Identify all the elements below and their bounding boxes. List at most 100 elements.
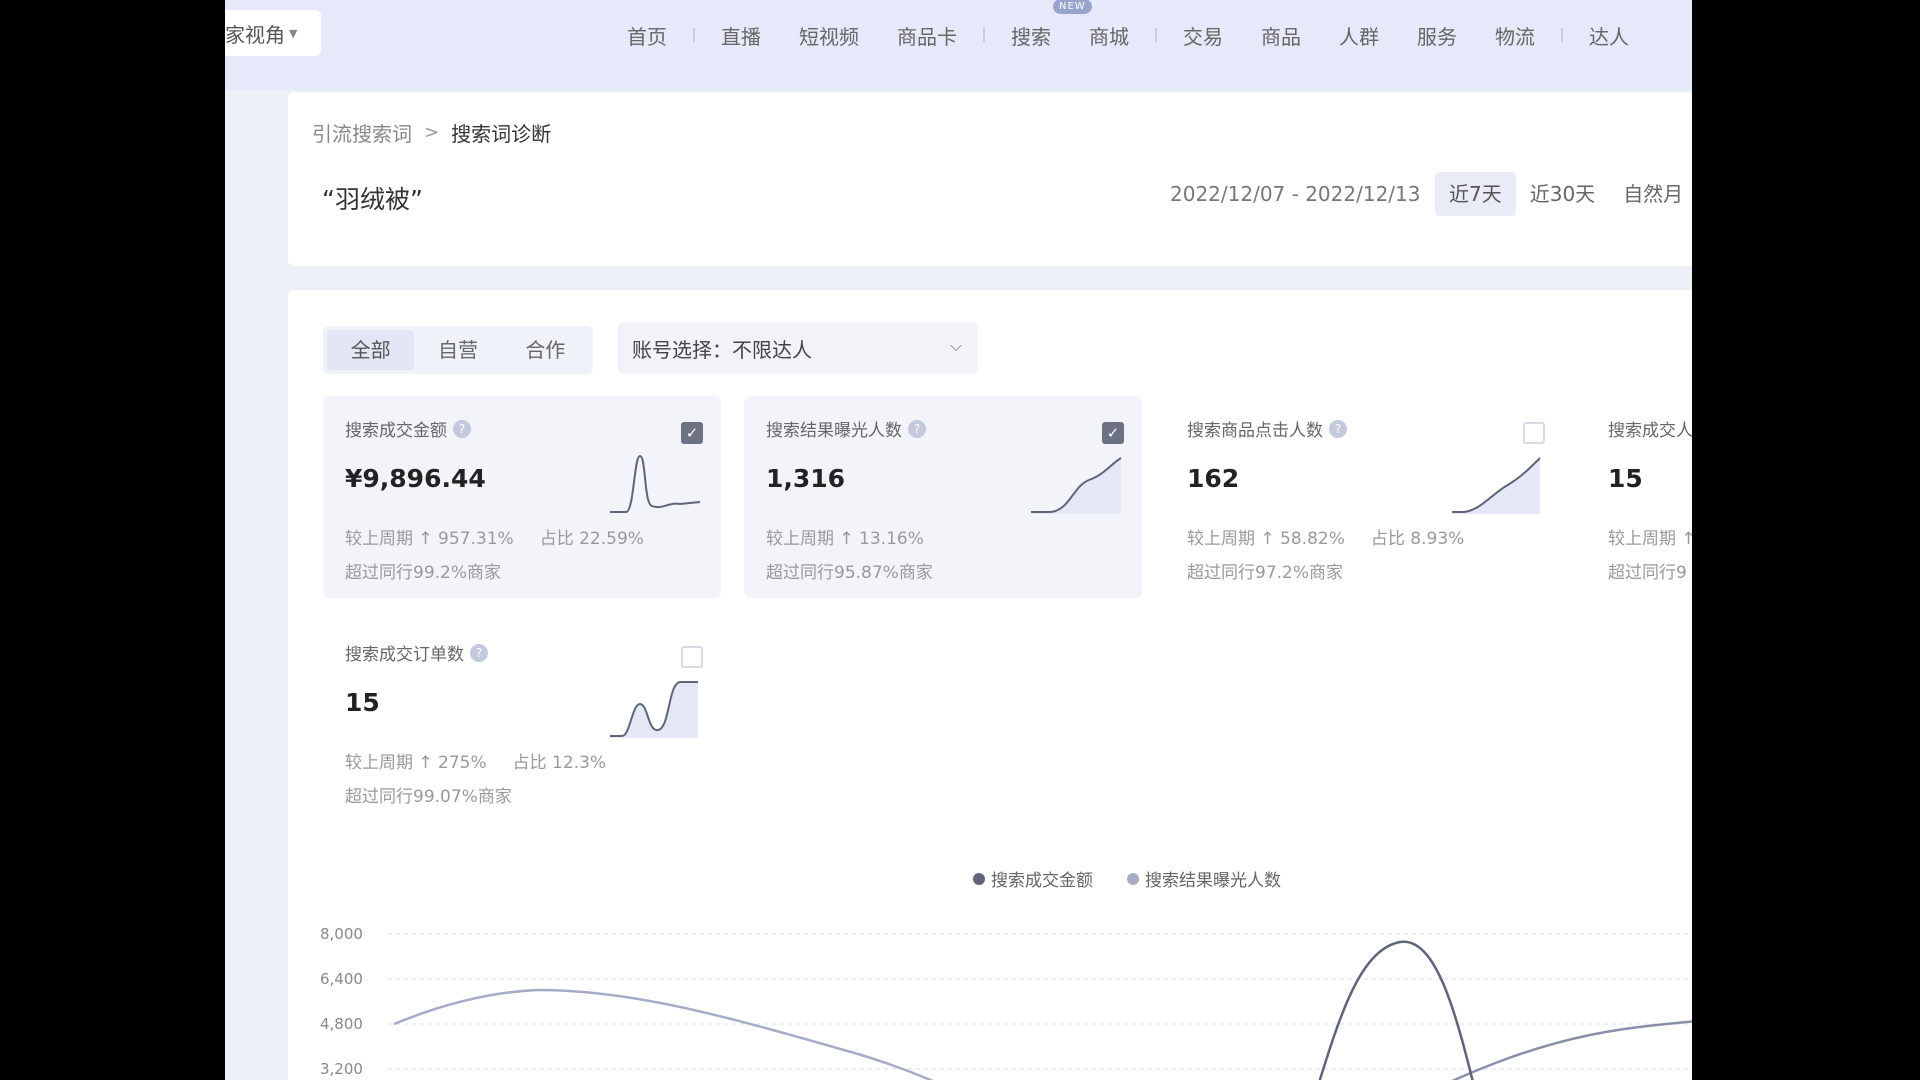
metric-wow: 较上周期 ↑ <box>1608 529 1692 549</box>
metric-peer-rank: 超过同行9 <box>1608 563 1687 583</box>
tab-last-7-days[interactable]: 近7天 <box>1435 172 1516 216</box>
metric-comparison: 较上周期 ↑ <box>1608 524 1692 549</box>
nav-item-mall[interactable]: 商城 <box>1089 21 1129 50</box>
chart-legend: 搜索成交金额 搜索结果曝光人数 <box>973 866 1315 891</box>
account-select[interactable]: 账号选择： 不限达人 ⌵ <box>618 322 978 374</box>
y-tick-label: 8,000 <box>320 925 363 943</box>
sparkline <box>610 681 698 738</box>
help-icon[interactable]: ? <box>908 419 926 438</box>
top-navigation: 家视角 ▼ 首页 直播 短视频 商品卡 搜索 NEW 商城 交易 商品 人群 服… <box>225 0 1692 90</box>
new-badge: NEW <box>1053 0 1092 14</box>
sparkline <box>610 454 701 513</box>
series-line-search-exposure <box>393 988 934 1080</box>
nav-divider <box>1155 28 1157 42</box>
perspective-label: 家视角 <box>225 22 285 47</box>
nav-item-service[interactable]: 服务 <box>1417 21 1457 50</box>
breadcrumb: 引流搜索词 > 搜索词诊断 <box>312 118 551 147</box>
nav-item-logistics[interactable]: 物流 <box>1495 21 1535 50</box>
metric-share: 占比 22.59% <box>539 529 644 549</box>
breadcrumb-parent-link[interactable]: 引流搜索词 <box>312 118 412 147</box>
metric-peer-rank: 超过同行99.2%商家 <box>345 563 502 583</box>
series-line-search-gmv <box>1318 940 1474 1080</box>
nav-item-creator[interactable]: 达人 <box>1589 21 1629 50</box>
metric-title-text: 搜索成交人 <box>1608 421 1692 441</box>
chart-gridlines <box>388 933 1692 1070</box>
nav-item-home[interactable]: 首页 <box>627 21 667 50</box>
metric-card-search-gmv[interactable]: 搜索成交金额 ? ✓ ¥9,896.44 较上周期 ↑ 957.31% 占比 22… <box>323 396 721 598</box>
metric-peer-rank: 超过同行97.2%商家 <box>1187 563 1344 583</box>
metric-checkbox[interactable]: ✓ <box>681 422 703 444</box>
legend-dot <box>973 872 985 885</box>
breadcrumb-current: 搜索词诊断 <box>451 122 552 146</box>
metric-peer-rank: 超过同行95.87%商家 <box>766 563 933 583</box>
metric-title-text: 搜索商品点击人数 <box>1187 421 1323 441</box>
help-icon[interactable]: ? <box>470 643 488 662</box>
segment-cooperation[interactable]: 合作 <box>502 330 589 370</box>
metric-value: ¥9,896.44 <box>345 464 486 493</box>
tab-last-30-days[interactable]: 近30天 <box>1516 172 1609 216</box>
nav-item-goods[interactable]: 商品 <box>1261 21 1301 50</box>
metric-title-text: 搜索成交订单数 <box>345 645 464 665</box>
date-range-picker[interactable]: 2022/12/07 - 2022/12/13 <box>1170 182 1420 206</box>
metric-checkbox[interactable]: ✓ <box>1102 422 1124 444</box>
nav-item-audience[interactable]: 人群 <box>1339 21 1379 50</box>
legend-label: 搜索成交金额 <box>991 871 1093 891</box>
y-tick-label: 6,400 <box>320 970 363 988</box>
help-icon[interactable]: ? <box>453 419 471 438</box>
segment-self-operated[interactable]: 自营 <box>414 330 501 370</box>
metric-share: 占比 8.93% <box>1370 529 1465 549</box>
metric-card-search-buyers[interactable]: 搜索成交人 15 较上周期 ↑ 超过同行9 <box>1586 396 1692 598</box>
range-tabs: 近7天 近30天 自然月 <box>1435 172 1692 216</box>
nav-item-short-video[interactable]: 短视频 <box>799 21 859 50</box>
metric-share: 占比 12.3% <box>512 753 607 773</box>
chevron-right-icon: > <box>424 122 440 143</box>
nav-item-trade[interactable]: 交易 <box>1183 21 1223 50</box>
ownership-segmented-control: 全部 自营 合作 <box>323 326 593 374</box>
metric-comparison: 较上周期 ↑ 58.82% 占比 8.93% <box>1187 524 1464 549</box>
legend-item-search-gmv[interactable]: 搜索成交金额 <box>973 866 1093 891</box>
metric-value: 1,316 <box>766 464 846 493</box>
metric-wow: 较上周期 ↑ 58.82% <box>1187 529 1345 549</box>
metric-wow: 较上周期 ↑ 275% <box>345 753 487 773</box>
account-select-value: 不限达人 <box>732 337 812 362</box>
segment-all[interactable]: 全部 <box>327 330 415 370</box>
metric-title-text: 搜索成交金额 <box>345 421 447 441</box>
perspective-selector[interactable]: 家视角 ▼ <box>225 10 321 56</box>
metric-wow: 较上周期 ↑ 957.31% <box>345 529 514 549</box>
metric-checkbox[interactable] <box>681 646 703 668</box>
metric-card-search-exposure[interactable]: 搜索结果曝光人数 ? ✓ 1,316 较上周期 ↑ 13.16% 超过同行95.… <box>744 396 1142 598</box>
series-line-search-exposure-right <box>1451 1020 1692 1080</box>
nav-item-search[interactable]: 搜索 NEW <box>1011 0 1092 50</box>
metric-checkbox[interactable] <box>1523 422 1545 444</box>
help-icon[interactable]: ? <box>1329 419 1347 438</box>
sparkline <box>1452 457 1541 514</box>
sparkline <box>1031 457 1122 514</box>
metric-title-text: 搜索结果曝光人数 <box>766 421 902 441</box>
metric-comparison: 较上周期 ↑ 957.31% 占比 22.59% <box>345 524 644 549</box>
keyword-header-card: 引流搜索词 > 搜索词诊断 “羽绒被” 2022/12/07 - 2022/12… <box>288 92 1692 266</box>
metric-title: 搜索成交金额 ? <box>345 416 699 441</box>
metric-title: 搜索成交人 <box>1608 416 1692 441</box>
metric-wow: 较上周期 ↑ 13.16% <box>766 529 924 549</box>
metric-title: 搜索商品点击人数 ? <box>1187 416 1541 441</box>
y-tick-label: 3,200 <box>320 1060 363 1078</box>
metric-card-search-clicks[interactable]: 搜索商品点击人数 ? 162 较上周期 ↑ 58.82% 占比 8.93% 超过同… <box>1165 396 1563 598</box>
metric-value: 162 <box>1187 464 1240 493</box>
metric-comparison: 较上周期 ↑ 275% 占比 12.3% <box>345 748 606 773</box>
legend-label: 搜索结果曝光人数 <box>1145 871 1281 891</box>
metric-card-search-orders[interactable]: 搜索成交订单数 ? 15 较上周期 ↑ 275% 占比 12.3% 超过同行99.… <box>323 620 721 822</box>
nav-menu: 首页 直播 短视频 商品卡 搜索 NEW 商城 交易 商品 人群 服务 物流 达… <box>627 0 1667 70</box>
metric-value: 15 <box>1608 464 1643 493</box>
legend-item-search-exposure[interactable]: 搜索结果曝光人数 <box>1127 866 1281 891</box>
trend-line-chart: 8,000 6,400 4,800 3,200 <box>320 925 1692 1080</box>
chevron-down-icon: ⌵ <box>949 336 962 355</box>
metric-comparison: 较上周期 ↑ 13.16% <box>766 524 924 549</box>
nav-item-search-label: 搜索 <box>1011 24 1051 49</box>
nav-item-product-card[interactable]: 商品卡 <box>897 21 957 50</box>
metric-peer-rank: 超过同行99.07%商家 <box>345 787 512 807</box>
metric-value: 15 <box>345 688 380 717</box>
metric-title: 搜索结果曝光人数 ? <box>766 416 1120 441</box>
nav-divider <box>1561 28 1563 42</box>
nav-item-live[interactable]: 直播 <box>721 21 761 50</box>
tab-natural-month[interactable]: 自然月 <box>1609 172 1692 216</box>
